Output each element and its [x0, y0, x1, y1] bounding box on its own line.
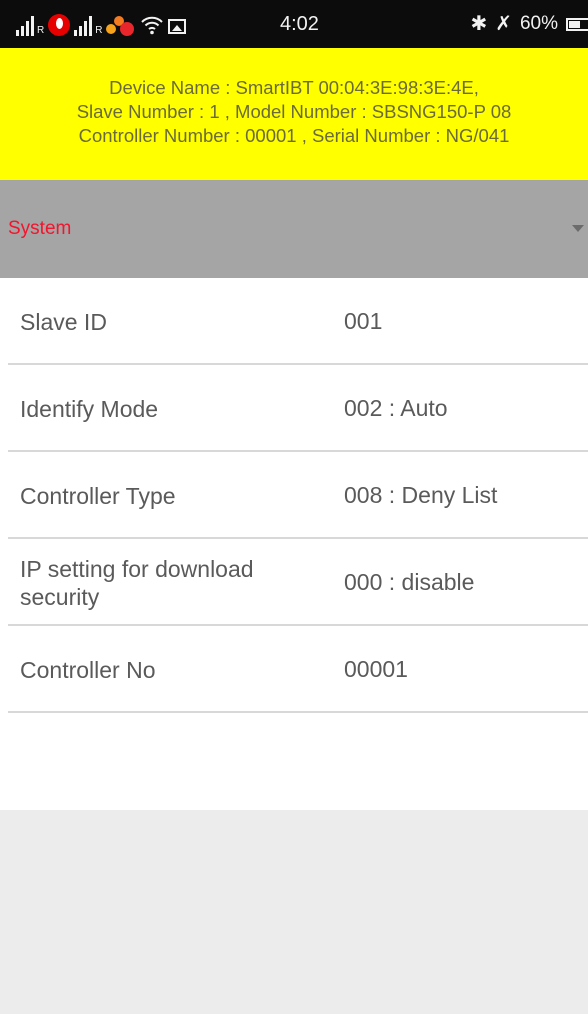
signal-roaming-label: R — [95, 25, 103, 36]
setting-value: 001 — [344, 308, 383, 334]
settings-row-ip-download-security[interactable]: IP setting for download security 000 : d… — [0, 539, 588, 626]
battery-percent: 60% — [519, 13, 558, 34]
device-name-line: Device Name : SmartIBT 00:04:3E:98:3E:4E… — [109, 77, 479, 98]
controller-serial-line: Controller Number : 00001 , Serial Numbe… — [78, 125, 510, 146]
settings-row-identify-mode[interactable]: Identify Mode 002 : Auto — [0, 365, 588, 452]
settings-row-controller-no[interactable]: Controller No 00001 — [0, 626, 588, 713]
status-time: 4:02 — [280, 13, 319, 35]
signal-icon: R — [74, 16, 102, 36]
settings-row-slave-id[interactable]: Slave ID 001 — [0, 278, 588, 365]
setting-value: 008 : Deny List — [344, 482, 498, 508]
app-notification-icon — [106, 14, 136, 36]
device-info-header: Device Name : SmartIBT 00:04:3E:98:3E:4E… — [0, 48, 588, 180]
signal-roaming-label: R — [37, 25, 45, 36]
settings-row-controller-type[interactable]: Controller Type 008 : Deny List — [0, 452, 588, 539]
setting-label: Identify Mode — [20, 395, 159, 422]
category-spinner[interactable]: System — [0, 180, 588, 278]
status-bar: R R 4:02 ✱ ✗ 60% — [0, 0, 588, 48]
mute-icon: ✗ — [495, 13, 512, 35]
slave-model-line: Slave Number : 1 , Model Number : SBSNG1… — [76, 101, 512, 122]
status-right-icons: ✱ ✗ 60% — [470, 12, 588, 36]
battery-icon — [566, 17, 588, 31]
spinner-selected-label: System — [8, 218, 72, 239]
setting-label: Controller No — [20, 656, 156, 683]
image-icon — [168, 19, 187, 34]
settings-list: Slave ID 001 Identify Mode 002 : Auto Co… — [0, 278, 588, 810]
row-divider — [8, 711, 588, 713]
setting-value: 00001 — [344, 656, 408, 682]
signal-icon: R — [16, 16, 44, 36]
setting-value: 002 : Auto — [344, 395, 448, 421]
setting-label: Controller Type — [20, 482, 176, 509]
bluetooth-icon: ✱ — [470, 13, 488, 35]
setting-label: IP setting for download security — [20, 555, 254, 610]
empty-bottom-area — [0, 810, 588, 1014]
vodafone-icon — [48, 14, 71, 36]
setting-value: 000 : disable — [344, 569, 475, 595]
wifi-icon — [141, 16, 164, 35]
setting-label: Slave ID — [20, 308, 107, 335]
dropdown-arrow-icon — [572, 225, 584, 232]
status-left-icons: R R — [16, 12, 187, 36]
